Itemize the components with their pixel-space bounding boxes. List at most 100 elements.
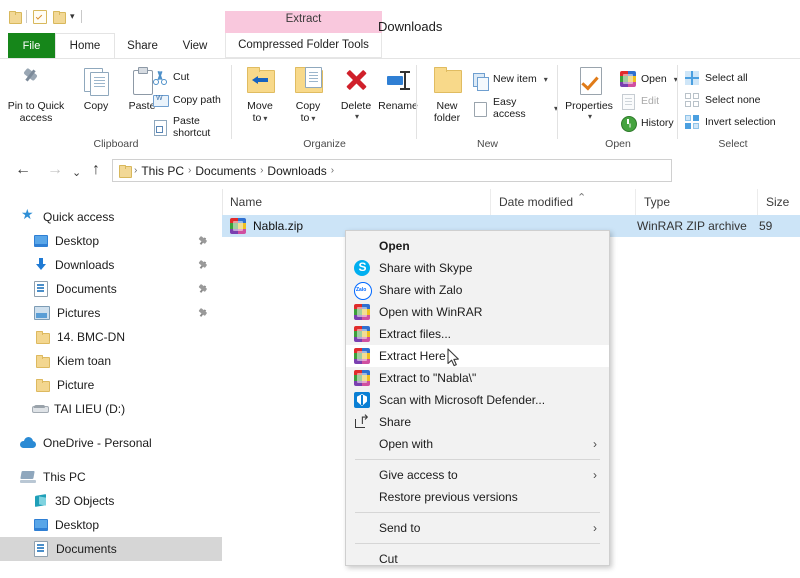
sidebar-label-documents-pc: Documents <box>56 542 117 556</box>
folder-icon[interactable] <box>9 11 20 23</box>
menu-label-share-with-zalo: Share with Zalo <box>379 283 462 297</box>
menu-item-give-access-to[interactable]: Give access to › <box>346 464 609 486</box>
sidebar-item-onedrive-personal[interactable]: OneDrive - Personal <box>0 431 222 455</box>
sidebar-item-downloads-qa[interactable]: Downloads <box>0 253 222 277</box>
menu-label-extract-files: Extract files... <box>379 327 451 341</box>
tab-share[interactable]: Share <box>115 33 170 58</box>
sidebar-item-tai-lieu-d[interactable]: TAI LIEU (D:) <box>0 397 222 421</box>
pin-icon-documents[interactable] <box>198 284 208 294</box>
folder-icon-breadcrumb <box>119 165 130 177</box>
up-button[interactable]: ↑ <box>92 162 100 178</box>
properties-button[interactable]: Properties ▾ <box>558 65 620 121</box>
address-bar[interactable]: › This PC › Documents › Downloads › <box>112 159 672 182</box>
column-header-size[interactable]: Size <box>757 189 800 215</box>
caret-down-icon-4[interactable]: ▾ <box>544 75 548 84</box>
tab-view[interactable]: View <box>170 33 220 58</box>
history-button[interactable]: History <box>620 115 674 131</box>
menu-item-cut[interactable]: Cut <box>346 548 609 570</box>
menu-item-open-with[interactable]: Open with › <box>346 433 609 455</box>
pin-icon-downloads[interactable] <box>198 260 208 270</box>
menu-item-send-to[interactable]: Send to › <box>346 517 609 539</box>
back-button[interactable]: ← <box>15 162 31 178</box>
menu-item-open-with-winrar[interactable]: Open with WinRAR <box>346 301 609 323</box>
mouse-cursor <box>447 348 460 367</box>
breadcrumb-this-pc[interactable]: This PC <box>141 164 184 178</box>
sidebar-item-picture[interactable]: Picture <box>0 373 222 397</box>
pin-to-quick-access-button[interactable]: Pin to Quick access <box>6 65 66 124</box>
toolbar-divider <box>26 10 27 23</box>
defender-icon <box>354 392 370 408</box>
sidebar-item-pictures-qa[interactable]: Pictures <box>0 301 222 325</box>
tab-file[interactable]: File <box>8 33 55 58</box>
sidebar-item-this-pc[interactable]: This PC <box>0 465 222 489</box>
winrar-icon <box>354 304 370 320</box>
window-title: Downloads <box>378 19 442 34</box>
easy-access-button[interactable]: Easy access ▾ <box>472 96 558 120</box>
menu-label-open-with-winrar: Open with WinRAR <box>379 305 482 319</box>
sidebar-item-bmc-dn[interactable]: 14. BMC-DN <box>0 325 222 349</box>
tab-compressed-folder-tools[interactable]: Compressed Folder Tools <box>225 33 382 58</box>
breadcrumb-documents[interactable]: Documents <box>195 164 256 178</box>
easy-access-label: Easy access <box>493 96 547 120</box>
paste-shortcut-button[interactable]: Paste shortcut <box>152 115 232 139</box>
file-name-cell[interactable]: Nabla.zip <box>230 218 303 234</box>
menu-item-extract-to-nabla[interactable]: Extract to "Nabla\" <box>346 367 609 389</box>
cut-button[interactable]: Cut <box>152 69 189 85</box>
pin-icon-desktop[interactable] <box>198 236 208 246</box>
column-header-type[interactable]: Type <box>635 189 757 215</box>
breadcrumb-downloads[interactable]: Downloads <box>267 164 326 178</box>
copy-label: Copy <box>84 100 109 112</box>
forward-button[interactable]: → <box>47 162 63 178</box>
toolbar-divider-2 <box>81 10 82 23</box>
pin-icon-pictures[interactable] <box>198 308 208 318</box>
pc-icon <box>20 471 36 483</box>
sidebar-item-kiem-toan[interactable]: Kiem toan <box>0 349 222 373</box>
caret-down-icon-6[interactable]: ▾ <box>588 112 592 121</box>
menu-item-open[interactable]: Open <box>346 235 609 257</box>
sidebar-item-quick-access[interactable]: Quick access <box>0 205 222 229</box>
menu-item-share-with-skype[interactable]: Share with Skype <box>346 257 609 279</box>
invert-selection-button[interactable]: Invert selection <box>684 114 776 130</box>
copy-to-button[interactable]: Copy to▾ <box>284 65 332 125</box>
move-to-button[interactable]: Move to▾ <box>236 65 284 125</box>
column-header-date-modified[interactable]: Date modified <box>490 189 635 215</box>
menu-item-share-with-zalo[interactable]: Share with Zalo <box>346 279 609 301</box>
column-header-name[interactable]: Name <box>222 189 490 215</box>
edit-button[interactable]: Edit <box>620 93 659 109</box>
menu-item-share[interactable]: Share <box>346 411 609 433</box>
sidebar-label-downloads-qa: Downloads <box>55 258 114 272</box>
tab-home[interactable]: Home <box>55 33 115 58</box>
new-folder-icon[interactable] <box>53 11 64 23</box>
caret-down-icon-2[interactable]: ▾ <box>311 114 315 123</box>
sidebar-item-desktop-qa[interactable]: Desktop <box>0 229 222 253</box>
copy-path-button[interactable]: Copy path <box>152 92 221 108</box>
copy-to-label-1: Copy <box>296 100 321 112</box>
sidebar-label-pictures-qa: Pictures <box>57 306 100 320</box>
customize-toolbar-caret-icon[interactable]: ▾ <box>70 12 75 21</box>
menu-item-scan-with-microsoft-defender[interactable]: Scan with Microsoft Defender... <box>346 389 609 411</box>
rename-icon <box>382 65 414 97</box>
chevron-right-icon-open-with: › <box>593 437 597 451</box>
sidebar-item-desktop-pc[interactable]: Desktop <box>0 513 222 537</box>
new-folder-button[interactable]: New folder <box>421 65 473 124</box>
caret-down-icon[interactable]: ▾ <box>263 114 267 123</box>
menu-label-restore-previous-versions: Restore previous versions <box>379 490 518 504</box>
sidebar-label-onedrive: OneDrive - Personal <box>43 436 152 450</box>
sidebar-label-quick-access: Quick access <box>43 210 114 224</box>
delete-x-icon <box>340 65 372 97</box>
select-all-button[interactable]: Select all <box>684 70 748 86</box>
share-icon <box>354 414 370 430</box>
select-none-button[interactable]: Select none <box>684 92 760 108</box>
new-item-button[interactable]: New item ▾ <box>472 71 548 87</box>
recent-locations-button[interactable]: ⌄ <box>72 165 81 181</box>
sidebar-item-documents-qa[interactable]: Documents <box>0 277 222 301</box>
history-icon <box>620 115 636 131</box>
sidebar-item-documents-pc[interactable]: Documents <box>0 537 222 561</box>
menu-item-restore-previous-versions[interactable]: Restore previous versions <box>346 486 609 508</box>
open-button[interactable]: Open ▾ <box>620 71 678 87</box>
sidebar-item-3d-objects[interactable]: 3D Objects <box>0 489 222 513</box>
menu-item-extract-here[interactable]: Extract Here <box>346 345 609 367</box>
caret-down-icon-3[interactable]: ▾ <box>355 112 359 121</box>
properties-check-icon[interactable] <box>33 10 47 24</box>
menu-item-extract-files[interactable]: Extract files... <box>346 323 609 345</box>
